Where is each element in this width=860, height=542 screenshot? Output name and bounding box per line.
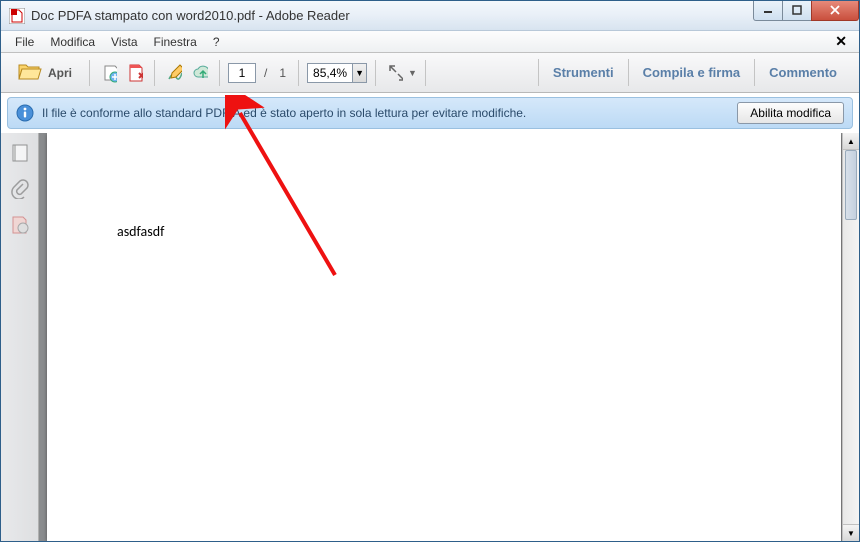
- folder-open-icon: [18, 61, 42, 84]
- title-bar: Doc PDFA stampato con word2010.pdf - Ado…: [1, 1, 859, 31]
- adobe-reader-icon: [9, 8, 25, 24]
- scroll-thumb[interactable]: [845, 150, 857, 220]
- info-message: Il file è conforme allo standard PDF/A e…: [42, 106, 737, 120]
- info-icon: [16, 104, 34, 122]
- signatures-icon[interactable]: [10, 215, 30, 235]
- zoom-control[interactable]: ▼: [307, 63, 367, 83]
- attachments-icon[interactable]: [10, 179, 30, 199]
- upload-cloud-button[interactable]: [189, 62, 211, 84]
- menu-finestra[interactable]: Finestra: [146, 33, 205, 51]
- scroll-down-button[interactable]: ▼: [843, 524, 859, 541]
- page-number-input[interactable]: [228, 63, 256, 83]
- page-total: 1: [279, 66, 286, 80]
- toolbar: Apri / 1 ▼ ▼ Strumenti Compila e firma C…: [1, 53, 859, 93]
- page-separator: /: [264, 66, 267, 80]
- sign-button[interactable]: [163, 62, 185, 84]
- fit-page-button[interactable]: [384, 62, 406, 84]
- toolbar-right: Strumenti Compila e firma Commento: [538, 59, 851, 86]
- app-window: Doc PDFA stampato con word2010.pdf - Ado…: [0, 0, 860, 542]
- convert-pdf-button[interactable]: [124, 62, 146, 84]
- zoom-dropdown[interactable]: ▼: [352, 64, 366, 82]
- document-close-button[interactable]: ✕: [829, 33, 853, 50]
- vertical-scrollbar[interactable]: ▲ ▼: [842, 133, 859, 541]
- document-page: asdfasdf: [47, 133, 841, 541]
- save-to-cloud-button[interactable]: [98, 62, 120, 84]
- page-thumbnails-icon[interactable]: [10, 143, 30, 163]
- menu-vista[interactable]: Vista: [103, 33, 145, 51]
- fill-sign-link[interactable]: Compila e firma: [628, 59, 755, 86]
- document-body-text: asdfasdf: [117, 223, 771, 240]
- minimize-button[interactable]: [753, 1, 783, 21]
- comment-link[interactable]: Commento: [754, 59, 851, 86]
- menu-bar: File Modifica Vista Finestra ? ✕: [1, 31, 859, 53]
- menu-modifica[interactable]: Modifica: [42, 33, 103, 51]
- menu-help[interactable]: ?: [205, 33, 228, 51]
- window-title: Doc PDFA stampato con word2010.pdf - Ado…: [31, 8, 754, 23]
- navigation-panel: [1, 133, 39, 541]
- document-viewport[interactable]: asdfasdf ▲ ▼: [39, 133, 859, 541]
- enable-editing-button[interactable]: Abilita modifica: [737, 102, 844, 124]
- open-label: Apri: [48, 66, 72, 80]
- zoom-input[interactable]: [308, 66, 352, 80]
- chevron-down-icon[interactable]: ▼: [408, 68, 417, 78]
- open-button[interactable]: Apri: [9, 57, 81, 88]
- pdfa-info-bar: Il file è conforme allo standard PDF/A e…: [7, 97, 853, 129]
- maximize-button[interactable]: [782, 1, 812, 21]
- content-area: asdfasdf ▲ ▼: [1, 133, 859, 541]
- tools-link[interactable]: Strumenti: [538, 59, 628, 86]
- menu-file[interactable]: File: [7, 33, 42, 51]
- window-controls: [754, 1, 859, 21]
- scroll-up-button[interactable]: ▲: [843, 133, 859, 150]
- close-button[interactable]: [811, 1, 859, 21]
